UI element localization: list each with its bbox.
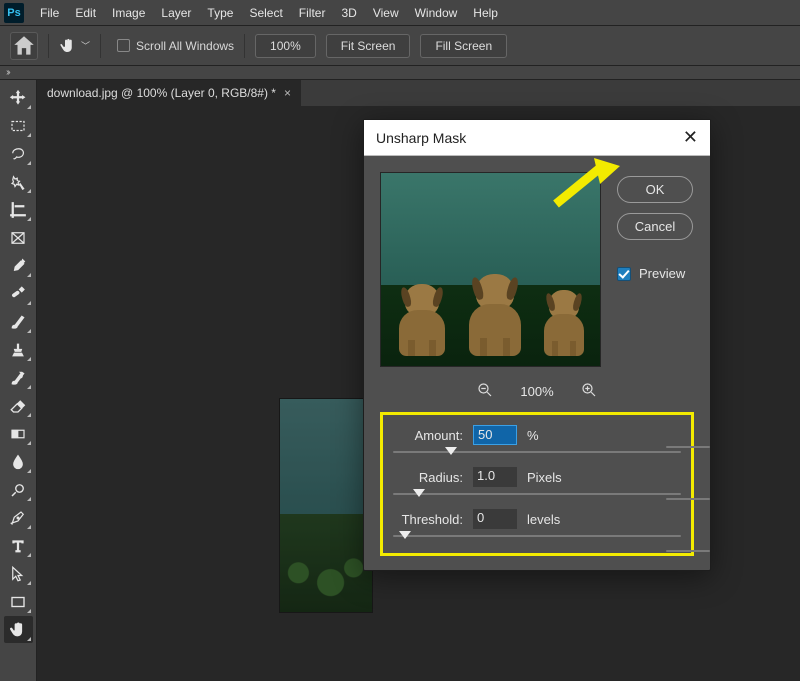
menu-3d[interactable]: 3D: [333, 2, 364, 24]
menu-image[interactable]: Image: [104, 2, 153, 24]
threshold-row: Threshold: 0 levels: [393, 509, 681, 529]
amount-unit: %: [527, 428, 539, 443]
document-tab-label: download.jpg @ 100% (Layer 0, RGB/8#) *: [47, 86, 276, 100]
document-tab-bar: download.jpg @ 100% (Layer 0, RGB/8#) * …: [37, 80, 800, 106]
type-tool[interactable]: [4, 532, 33, 559]
close-tab-icon[interactable]: ×: [284, 86, 291, 100]
menu-filter[interactable]: Filter: [291, 2, 334, 24]
zoom-in-button[interactable]: [580, 381, 598, 402]
separator: [244, 34, 245, 58]
radius-slider[interactable]: [393, 493, 681, 495]
panel-expand-strip[interactable]: ››: [0, 66, 800, 80]
quick-selection-tool[interactable]: [4, 168, 33, 195]
scroll-all-windows-label: Scroll All Windows: [136, 39, 234, 53]
separator: [100, 34, 101, 58]
radius-label: Radius:: [393, 470, 463, 485]
filter-preview-thumbnail[interactable]: [380, 172, 601, 367]
cancel-button[interactable]: Cancel: [617, 213, 693, 240]
clone-stamp-tool[interactable]: [4, 336, 33, 363]
separator: [48, 34, 49, 58]
rectangle-tool[interactable]: [4, 588, 33, 615]
radius-row: Radius: 1.0 Pixels: [393, 467, 681, 487]
tools-panel: [0, 80, 37, 681]
blur-tool[interactable]: [4, 448, 33, 475]
menu-file[interactable]: File: [32, 2, 67, 24]
brush-tool[interactable]: [4, 308, 33, 335]
threshold-slider[interactable]: [393, 535, 681, 537]
canvas-area[interactable]: download.jpg @ 100% (Layer 0, RGB/8#) * …: [37, 80, 800, 681]
menu-edit[interactable]: Edit: [67, 2, 104, 24]
home-icon: [11, 33, 37, 59]
preview-zoom-level: 100%: [520, 384, 553, 399]
gradient-tool[interactable]: [4, 420, 33, 447]
preview-checkbox[interactable]: Preview: [617, 266, 693, 281]
radius-slider-ext[interactable]: [666, 498, 710, 500]
threshold-unit: levels: [527, 512, 560, 527]
amount-input[interactable]: 50: [473, 425, 517, 445]
menu-type[interactable]: Type: [199, 2, 241, 24]
menu-select[interactable]: Select: [241, 2, 290, 24]
amount-label: Amount:: [393, 428, 463, 443]
unsharp-mask-dialog: Unsharp Mask ✕ OK Cancel: [363, 119, 711, 571]
eraser-tool[interactable]: [4, 392, 33, 419]
close-dialog-icon[interactable]: ✕: [683, 127, 698, 148]
radius-unit: Pixels: [527, 470, 562, 485]
options-bar: ﹀ Scroll All Windows 100% Fit Screen Fil…: [0, 26, 800, 66]
chevron-down-icon: ﹀: [77, 39, 90, 52]
parameters-highlight-box: Amount: 50 % Radius: 1.0 Pixels: [380, 412, 694, 556]
lasso-tool[interactable]: [4, 140, 33, 167]
expand-panels-icon: ››: [6, 67, 9, 78]
fill-screen-button[interactable]: Fill Screen: [420, 34, 507, 58]
threshold-slider-ext[interactable]: [666, 550, 710, 552]
zoom-percent-button[interactable]: 100%: [255, 34, 316, 58]
app-logo: Ps: [4, 3, 24, 23]
checkbox-empty-icon: [117, 39, 130, 52]
dialog-titlebar[interactable]: Unsharp Mask ✕: [364, 120, 710, 156]
frame-tool[interactable]: [4, 224, 33, 251]
threshold-label: Threshold:: [393, 512, 463, 527]
scroll-all-windows-checkbox[interactable]: Scroll All Windows: [111, 39, 234, 53]
amount-slider[interactable]: [393, 451, 681, 453]
healing-brush-tool[interactable]: [4, 280, 33, 307]
menu-view[interactable]: View: [365, 2, 407, 24]
preview-label: Preview: [639, 266, 685, 281]
path-selection-tool[interactable]: [4, 560, 33, 587]
menu-bar: Ps File Edit Image Layer Type Select Fil…: [0, 0, 800, 26]
move-tool[interactable]: [4, 84, 33, 111]
hand-tool[interactable]: [4, 616, 33, 643]
amount-row: Amount: 50 %: [393, 425, 681, 445]
hand-icon: [59, 37, 77, 55]
menu-window[interactable]: Window: [407, 2, 466, 24]
radius-input[interactable]: 1.0: [473, 467, 517, 487]
history-brush-tool[interactable]: [4, 364, 33, 391]
menu-help[interactable]: Help: [465, 2, 506, 24]
dialog-title: Unsharp Mask: [376, 130, 466, 146]
eyedropper-tool[interactable]: [4, 252, 33, 279]
threshold-input[interactable]: 0: [473, 509, 517, 529]
zoom-out-button[interactable]: [476, 381, 494, 402]
home-button[interactable]: [10, 32, 38, 60]
ok-button[interactable]: OK: [617, 176, 693, 203]
canvas-image[interactable]: [279, 398, 373, 613]
document-tab[interactable]: download.jpg @ 100% (Layer 0, RGB/8#) * …: [37, 80, 301, 106]
current-tool-indicator[interactable]: ﹀: [59, 37, 90, 55]
pen-tool[interactable]: [4, 504, 33, 531]
amount-slider-ext[interactable]: [666, 446, 710, 448]
crop-tool[interactable]: [4, 196, 33, 223]
checkbox-checked-icon: [617, 267, 631, 281]
rectangular-marquee-tool[interactable]: [4, 112, 33, 139]
workspace: download.jpg @ 100% (Layer 0, RGB/8#) * …: [0, 80, 800, 681]
dodge-tool[interactable]: [4, 476, 33, 503]
menu-layer[interactable]: Layer: [153, 2, 199, 24]
fit-screen-button[interactable]: Fit Screen: [326, 34, 411, 58]
